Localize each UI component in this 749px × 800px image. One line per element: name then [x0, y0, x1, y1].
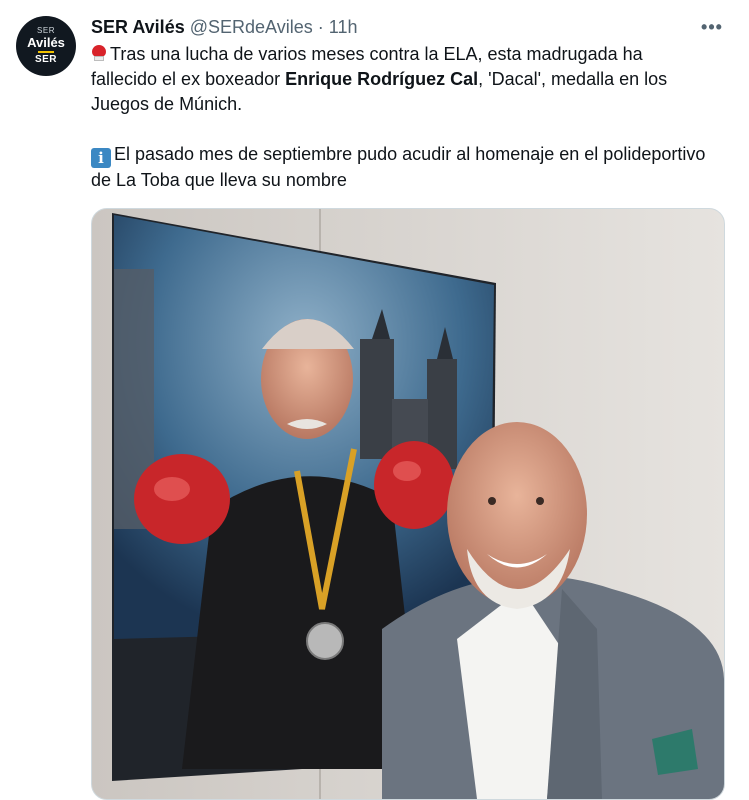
avatar-text-aviles: Avilés: [27, 35, 65, 50]
avatar-logo-ser: SER: [34, 54, 58, 65]
tweet-text: Tras una lucha de varios meses contra la…: [91, 42, 711, 193]
display-name[interactable]: SER Avilés: [91, 17, 185, 37]
separator-dot: ·: [317, 17, 324, 37]
more-options-icon[interactable]: •••: [698, 14, 726, 40]
tweet-header: SER Avilés @SERdeAviles · 11h: [91, 16, 357, 38]
boxer-name: Enrique Rodríguez Cal: [285, 69, 479, 89]
tweet-paragraph-1: Tras una lucha de varios meses contra la…: [91, 42, 711, 117]
avatar-divider: [38, 51, 54, 53]
tweet-paragraph-2: i El pasado mes de septiembre pudo acudir…: [91, 142, 711, 193]
user-handle[interactable]: @SERdeAviles: [190, 17, 313, 37]
para2-text: El pasado mes de septiembre pudo acudir …: [91, 144, 706, 190]
avatar-text-ser: SER: [37, 26, 55, 35]
information-icon: i: [91, 148, 111, 168]
tweet-photo[interactable]: [91, 208, 725, 800]
avatar[interactable]: SER Avilés SER: [16, 16, 76, 76]
boxing-glove-icon: [91, 44, 107, 62]
timestamp[interactable]: 11h: [329, 17, 358, 37]
